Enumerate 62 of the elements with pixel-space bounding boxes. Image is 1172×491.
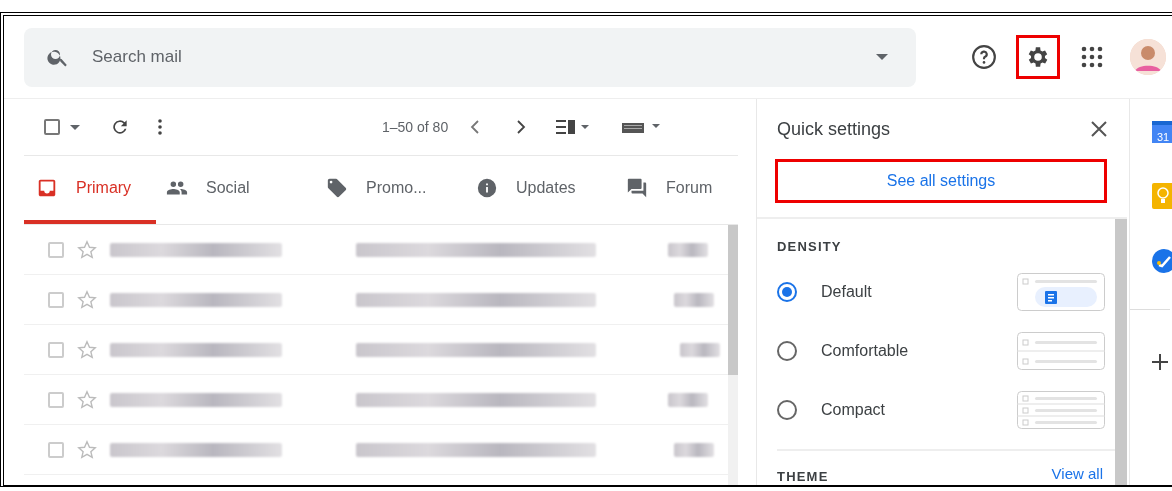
calendar-icon[interactable]: 31 bbox=[1152, 121, 1172, 143]
help-icon[interactable] bbox=[971, 44, 997, 70]
split-pane-icon[interactable] bbox=[556, 119, 591, 135]
refresh-icon[interactable] bbox=[110, 117, 130, 137]
section-heading: DENSITY bbox=[777, 239, 843, 254]
more-vertical-icon[interactable] bbox=[158, 119, 162, 135]
close-icon[interactable] bbox=[1091, 121, 1107, 137]
section-heading: THEME bbox=[777, 469, 829, 484]
density-preview-icon bbox=[1017, 390, 1105, 429]
star-icon[interactable] bbox=[76, 288, 98, 311]
blurred-date bbox=[668, 242, 708, 257]
density-preview-icon bbox=[1017, 331, 1105, 370]
plus-icon[interactable] bbox=[1152, 354, 1168, 370]
blurred-date bbox=[680, 342, 720, 357]
settings-button[interactable] bbox=[1016, 35, 1060, 79]
info-icon bbox=[476, 177, 498, 199]
radio-button[interactable] bbox=[777, 340, 797, 361]
category-tab[interactable]: Forum bbox=[616, 156, 735, 224]
scrollbar[interactable] bbox=[1115, 219, 1127, 485]
view-all-link[interactable]: View all bbox=[1051, 465, 1103, 484]
row-checkbox[interactable] bbox=[48, 441, 64, 458]
row-checkbox[interactable] bbox=[48, 391, 64, 408]
category-tab[interactable]: Updates bbox=[466, 156, 616, 224]
category-tab[interactable]: Promo... bbox=[316, 156, 466, 224]
option-label: Compact bbox=[821, 400, 887, 419]
panel-title: Quick settings bbox=[777, 118, 891, 140]
scrollbar[interactable] bbox=[728, 225, 738, 485]
inbox-icon bbox=[36, 177, 58, 199]
row-checkbox[interactable] bbox=[48, 241, 64, 258]
star-icon[interactable] bbox=[76, 388, 98, 411]
star-icon[interactable] bbox=[76, 238, 98, 261]
category-tab[interactable]: Social bbox=[156, 156, 316, 224]
select-all-checkbox[interactable] bbox=[44, 119, 60, 135]
blurred-date bbox=[674, 292, 714, 307]
row-checkbox[interactable] bbox=[48, 291, 64, 308]
avatar-icon[interactable] bbox=[1130, 39, 1166, 75]
density-preview-icon bbox=[1017, 272, 1105, 311]
category-tab[interactable]: Primary bbox=[24, 156, 156, 224]
caret-icon[interactable] bbox=[70, 124, 80, 130]
chevron-left-icon[interactable] bbox=[470, 120, 481, 134]
option-label: Comfortable bbox=[821, 341, 910, 360]
radio-button[interactable] bbox=[777, 399, 797, 420]
density-option[interactable]: Default bbox=[777, 262, 1107, 321]
radio-button[interactable] bbox=[777, 281, 797, 302]
chevron-right-icon[interactable] bbox=[516, 120, 527, 134]
page-range: 1–50 of 80 bbox=[382, 119, 449, 135]
keyboard-icon[interactable] bbox=[622, 120, 663, 134]
blurred-date bbox=[674, 442, 714, 457]
density-option[interactable]: Compact bbox=[777, 380, 1107, 439]
chat-bubbles-icon bbox=[626, 177, 648, 199]
see-all-settings-button[interactable]: See all settings bbox=[775, 159, 1107, 203]
star-icon[interactable] bbox=[76, 338, 98, 361]
search-bar[interactable]: Search mail bbox=[24, 27, 916, 87]
blurred-date bbox=[668, 392, 708, 407]
apps-grid-icon[interactable] bbox=[1081, 46, 1103, 68]
row-checkbox[interactable] bbox=[48, 341, 64, 358]
option-label: Default bbox=[821, 282, 873, 301]
density-option[interactable]: Comfortable bbox=[777, 321, 1107, 380]
dropdown-caret-icon[interactable] bbox=[876, 54, 888, 60]
star-icon[interactable] bbox=[76, 438, 98, 461]
tag-icon bbox=[326, 177, 348, 199]
search-field[interactable]: Search mail bbox=[90, 46, 856, 68]
